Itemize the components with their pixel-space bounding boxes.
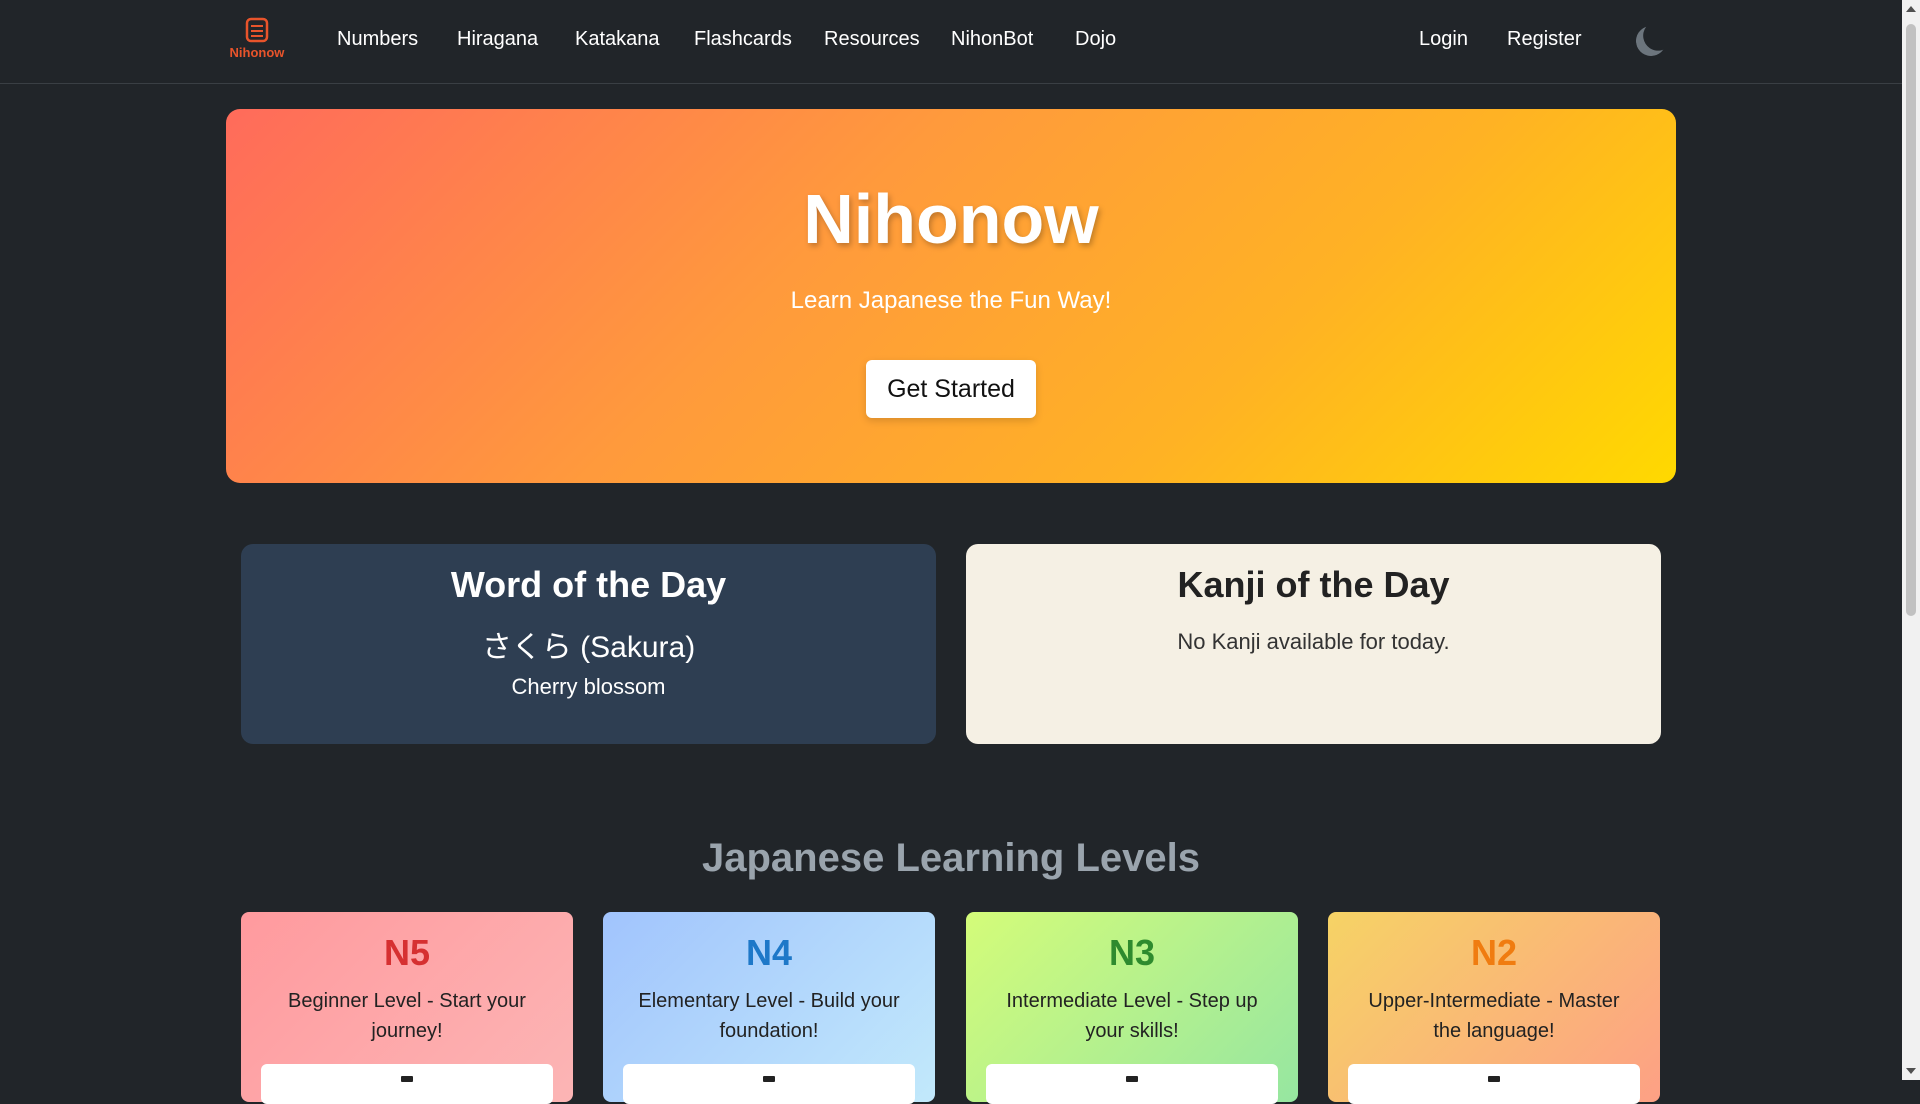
book-icon xyxy=(1488,1076,1500,1082)
building-logo-icon xyxy=(245,17,269,43)
hero-title: Nihonow xyxy=(803,180,1099,258)
scroll-down-icon[interactable] xyxy=(1906,1068,1916,1074)
level-n5-button[interactable] xyxy=(261,1064,553,1104)
hero-subtitle: Learn Japanese the Fun Way! xyxy=(790,287,1112,314)
kanji-of-day-message: No Kanji available for today. xyxy=(1177,629,1450,654)
word-of-day-meaning: Cherry blossom xyxy=(511,674,666,699)
register-link[interactable]: Register xyxy=(1507,28,1581,51)
scroll-up-icon[interactable] xyxy=(1906,6,1916,12)
nav-link-resources[interactable]: Resources xyxy=(824,28,920,51)
level-name: N4 xyxy=(745,932,793,973)
scrollbar-thumb[interactable] xyxy=(1906,24,1916,616)
moon-icon[interactable] xyxy=(1634,24,1669,59)
navbar: Nihonow Numbers Hiragana Katakana Flashc… xyxy=(0,0,1902,84)
brand-logo[interactable]: Nihonow xyxy=(224,16,290,64)
level-card-n3[interactable]: N3 Intermediate Level - Step up your ski… xyxy=(966,912,1298,1104)
book-icon xyxy=(763,1076,775,1082)
word-of-day-card: Word of the Day さくら (Sakura) Cherry blos… xyxy=(241,544,936,744)
level-n3-button[interactable] xyxy=(986,1064,1278,1104)
level-card-n5[interactable]: N5 Beginner Level - Start your journey! xyxy=(241,912,573,1104)
nav-link-dojo[interactable]: Dojo xyxy=(1075,28,1116,51)
nav-link-katakana[interactable]: Katakana xyxy=(575,28,660,51)
book-icon xyxy=(1126,1076,1138,1082)
level-description: Beginner Level - Start your journey! xyxy=(288,990,526,1042)
nav-link-nihonbot[interactable]: NihonBot xyxy=(951,28,1033,51)
level-name: N2 xyxy=(1470,932,1518,973)
level-card-n2[interactable]: N2 Upper-Intermediate - Master the langu… xyxy=(1328,912,1660,1104)
level-n2-button[interactable] xyxy=(1348,1064,1640,1104)
levels-heading: Japanese Learning Levels xyxy=(701,836,1200,880)
level-name: N3 xyxy=(1108,932,1156,973)
word-of-day-title: Word of the Day xyxy=(450,564,727,605)
brand-name: Nihonow xyxy=(229,45,285,60)
level-card-n4[interactable]: N4 Elementary Level - Build your foundat… xyxy=(603,912,935,1104)
login-link[interactable]: Login xyxy=(1419,28,1468,51)
kanji-of-day-title: Kanji of the Day xyxy=(1177,564,1450,605)
nav-link-numbers[interactable]: Numbers xyxy=(337,28,418,51)
level-description: Elementary Level - Build your foundation… xyxy=(638,990,900,1042)
hero-banner: Nihonow Learn Japanese the Fun Way! Get … xyxy=(226,109,1676,483)
book-icon xyxy=(401,1076,413,1082)
level-description: Upper-Intermediate - Master the language… xyxy=(1368,990,1620,1042)
get-started-button[interactable]: Get Started xyxy=(866,360,1036,418)
word-of-day-word: さくら (Sakura) xyxy=(481,631,696,664)
level-name: N5 xyxy=(383,932,431,973)
kanji-of-day-card: Kanji of the Day No Kanji available for … xyxy=(966,544,1661,744)
nav-link-hiragana[interactable]: Hiragana xyxy=(457,28,538,51)
level-description: Intermediate Level - Step up your skills… xyxy=(1006,990,1258,1042)
nav-link-flashcards[interactable]: Flashcards xyxy=(694,28,792,51)
level-n4-button[interactable] xyxy=(623,1064,915,1104)
